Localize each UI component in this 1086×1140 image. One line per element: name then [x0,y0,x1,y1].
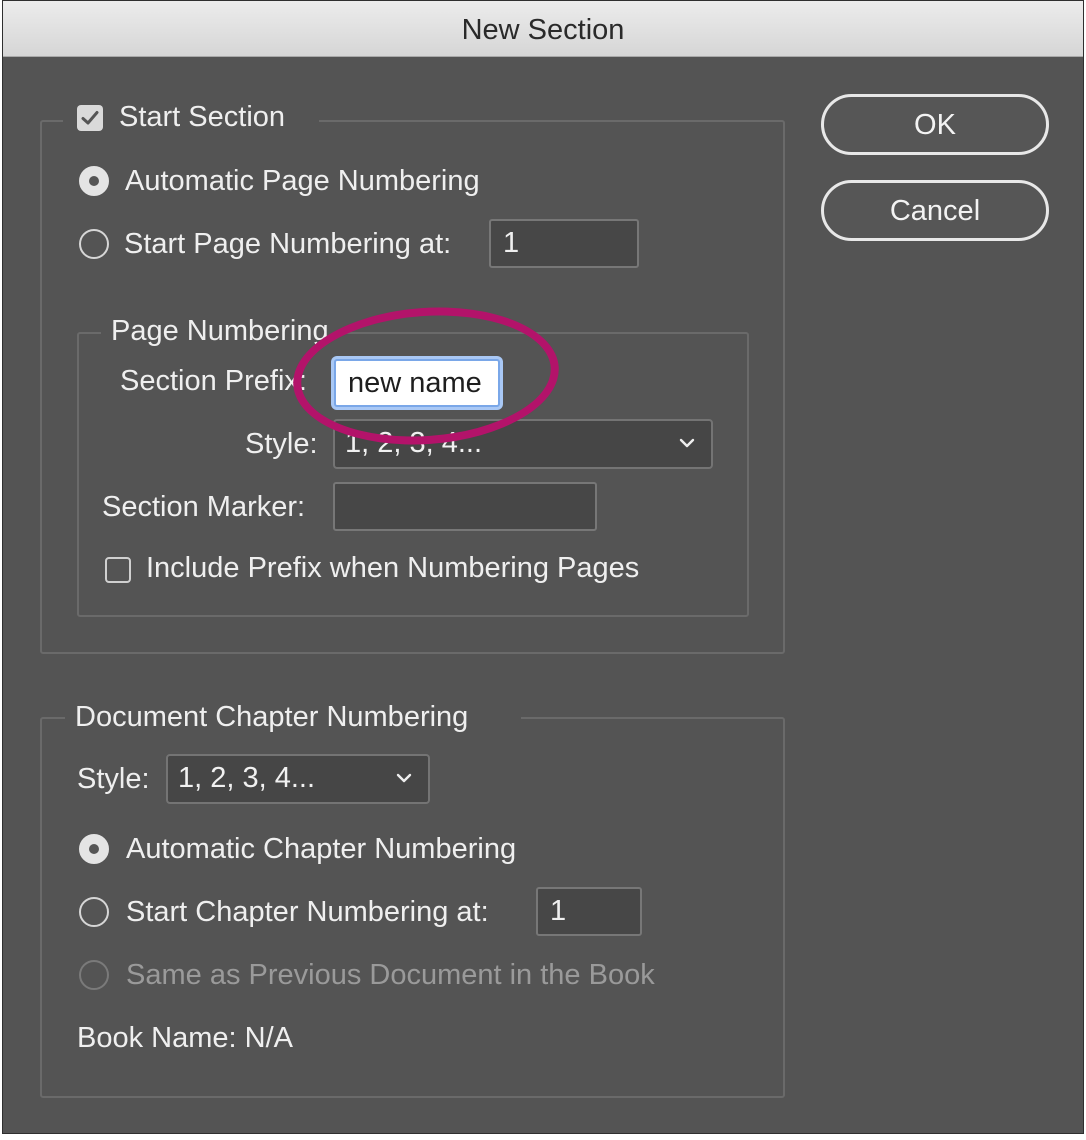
section-marker-label: Section Marker: [102,491,306,523]
automatic-chapter-numbering-label: Automatic Chapter Numbering [126,833,517,865]
start-section-checkbox[interactable] [77,105,103,131]
page-numbering-legend: Page Numbering [111,315,329,347]
start-chapter-numbering-radio[interactable] [79,897,109,927]
book-name-label: Book Name: N/A [77,1022,293,1054]
page-style-select[interactable]: 1, 2, 3, 4... [333,419,713,469]
page-style-value: 1, 2, 3, 4... [345,427,483,459]
chapter-style-label: Style: [77,763,150,795]
start-chapter-number-field[interactable]: 1 [536,887,642,936]
same-as-previous-label: Same as Previous Document in the Book [126,959,655,991]
chapter-style-select[interactable]: 1, 2, 3, 4... [166,754,430,804]
start-chapter-numbering-label: Start Chapter Numbering at: [126,896,489,928]
start-page-numbering-radio[interactable] [79,229,109,259]
start-page-numbering-label: Start Page Numbering at: [124,228,452,260]
automatic-page-numbering-label: Automatic Page Numbering [125,165,480,197]
ok-button[interactable]: OK [821,94,1049,155]
chapter-style-value: 1, 2, 3, 4... [178,762,316,794]
section-prefix-label: Section Prefix: [120,365,307,397]
section-marker-input[interactable] [333,482,597,531]
section-prefix-input[interactable]: new name [334,359,500,407]
automatic-chapter-numbering-radio[interactable] [79,834,109,864]
include-prefix-label: Include Prefix when Numbering Pages [146,552,640,584]
new-section-dialog: New Section Start Section Automatic Page… [2,0,1084,1134]
same-as-previous-radio[interactable] [79,960,109,990]
page-style-label: Style: [245,428,318,460]
document-chapter-numbering-legend: Document Chapter Numbering [75,701,469,733]
window-title: New Section [3,1,1083,57]
start-section-label: Start Section [119,101,286,133]
include-prefix-checkbox[interactable] [105,557,131,583]
checkmark-icon [81,111,99,125]
start-page-number-field[interactable]: 1 [489,219,639,268]
chevron-down-icon [679,438,695,448]
automatic-page-numbering-radio[interactable] [79,166,109,196]
cancel-button[interactable]: Cancel [821,180,1049,241]
chevron-down-icon [396,773,412,783]
